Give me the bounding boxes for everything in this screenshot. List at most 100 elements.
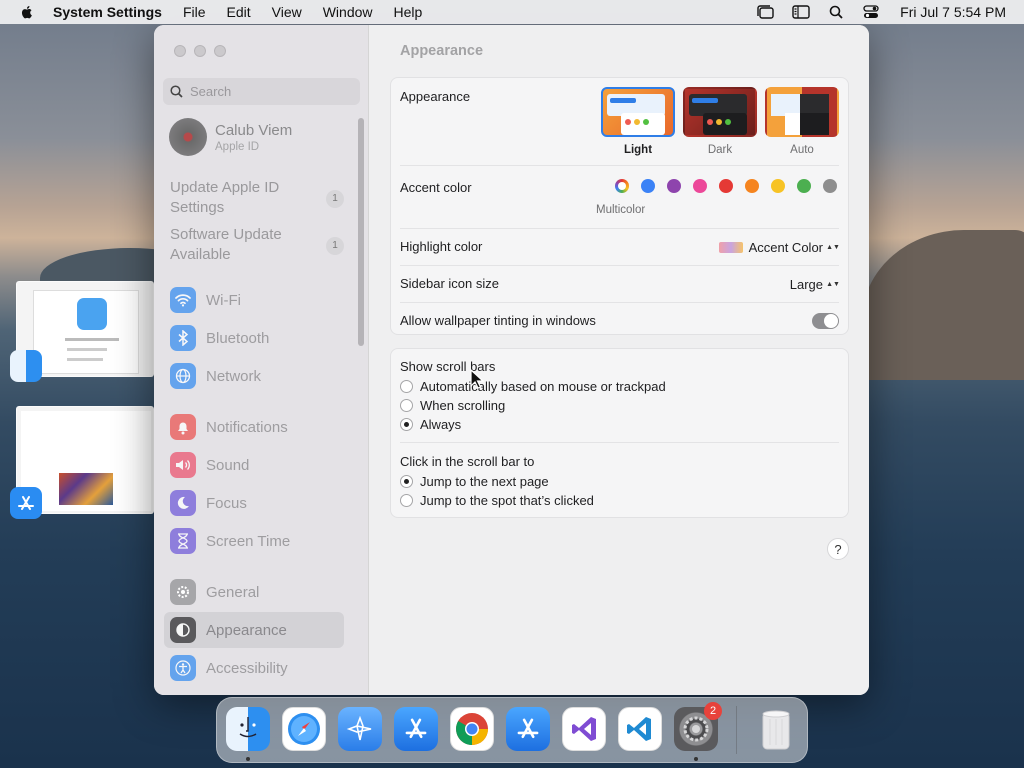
menu-app-name[interactable]: System Settings: [53, 4, 162, 20]
wallpaper-hill-right: [862, 230, 1024, 380]
divider: [400, 228, 839, 229]
accent-green-swatch[interactable]: [797, 179, 811, 193]
main-pane: Appearance Appearance Light Dark Auto Ac…: [369, 25, 869, 695]
apple-id-account[interactable]: Calub Viem Apple ID: [169, 118, 292, 156]
control-center-icon[interactable]: [862, 5, 880, 19]
update-apple-id-item[interactable]: Update Apple ID Settings 1: [170, 178, 344, 218]
accent-yellow-swatch[interactable]: [771, 179, 785, 193]
appearance-option-dark[interactable]: Dark: [683, 87, 757, 156]
search-placeholder: Search: [190, 84, 232, 99]
sidebar-item-screen-time[interactable]: Screen Time: [164, 523, 344, 559]
accent-pink-swatch[interactable]: [693, 179, 707, 193]
sidebar-item-appearance-label: Appearance: [206, 621, 287, 639]
sidebar-item-network-label: Network: [206, 367, 262, 385]
stage-manager-icon[interactable]: [757, 5, 775, 19]
settings-window: Search Calub Viem Apple ID Update Apple …: [154, 25, 869, 695]
sidebar-icon-size-popup[interactable]: Large ▲▼: [789, 275, 840, 293]
software-update-badge: 1: [326, 237, 344, 255]
accent-multicolor-swatch[interactable]: [615, 179, 629, 193]
vscode-dock-icon[interactable]: [618, 707, 662, 751]
finder-stage-icon[interactable]: [10, 350, 42, 382]
update-apple-id-badge: 1: [326, 190, 344, 208]
visual-studio-dock-icon[interactable]: [562, 707, 606, 751]
scroll-auto-label: Automatically based on mouse or trackpad: [420, 379, 666, 394]
sidebar-icon-size-value: Large: [789, 276, 823, 292]
app-store-stage-icon[interactable]: [10, 487, 42, 519]
wifi-icon: [170, 287, 196, 313]
xcode-app-store-dock-icon[interactable]: [506, 707, 550, 751]
search-icon: [170, 85, 183, 98]
hourglass-icon: [170, 528, 196, 554]
scroll-always-radio[interactable]: Always: [400, 417, 461, 432]
sidebar-item-general[interactable]: General: [164, 574, 344, 610]
sidebar-item-accessibility[interactable]: Accessibility: [164, 650, 344, 686]
radio-button: [400, 475, 413, 488]
accent-orange-swatch[interactable]: [745, 179, 759, 193]
settings-notification-badge: 2: [704, 702, 722, 720]
sidebar-item-network[interactable]: Network: [164, 358, 344, 394]
speaker-icon: [170, 452, 196, 478]
software-update-item[interactable]: Software Update Available 1: [170, 225, 344, 265]
accent-graphite-swatch[interactable]: [823, 179, 837, 193]
highlight-swatch: [718, 241, 743, 253]
click-scroll-bar-label: Click in the scroll bar to: [400, 454, 535, 469]
sidebar-scrollbar[interactable]: [358, 118, 364, 346]
appearance-option-auto[interactable]: Auto: [765, 87, 839, 156]
minimize-button[interactable]: [194, 45, 206, 57]
chrome-dock-icon[interactable]: [450, 707, 494, 751]
sidebar-item-appearance[interactable]: Appearance: [164, 612, 344, 648]
appearance-option-light[interactable]: Light: [601, 87, 675, 156]
sidebar-item-bluetooth[interactable]: Bluetooth: [164, 320, 344, 356]
system-settings-dock-icon[interactable]: 2: [674, 702, 722, 751]
sidebar-item-accessibility-label: Accessibility: [206, 659, 288, 677]
sidebar-item-wifi[interactable]: Wi-Fi: [164, 282, 344, 318]
menu-file[interactable]: File: [183, 4, 206, 20]
jump-next-page-radio[interactable]: Jump to the next page: [400, 474, 549, 489]
menu-help[interactable]: Help: [394, 4, 423, 20]
wallpaper-tinting-label: Allow wallpaper tinting in windows: [400, 313, 596, 328]
app-store-dock-icon[interactable]: [394, 707, 438, 751]
divider: [400, 442, 839, 443]
safari-dock-icon[interactable]: [282, 707, 326, 751]
sidebar-item-focus[interactable]: Focus: [164, 485, 344, 521]
close-button[interactable]: [174, 45, 186, 57]
sidebar-item-notifications[interactable]: Notifications: [164, 409, 344, 445]
spotlight-search-icon[interactable]: [827, 5, 845, 19]
apple-menu-icon[interactable]: [19, 4, 35, 20]
search-field[interactable]: Search: [163, 78, 360, 105]
zoom-button[interactable]: [214, 45, 226, 57]
help-button[interactable]: ?: [827, 538, 849, 560]
page-title: Appearance: [400, 43, 484, 59]
finder-dock-icon[interactable]: [226, 707, 270, 751]
sidebar-item-general-label: General: [206, 583, 260, 601]
accent-red-swatch[interactable]: [719, 179, 733, 193]
accent-purple-swatch[interactable]: [667, 179, 681, 193]
gear-icon: [170, 579, 196, 605]
scroll-when-scrolling-radio[interactable]: When scrolling: [400, 398, 505, 413]
menu-window[interactable]: Window: [323, 4, 373, 20]
menu-edit[interactable]: Edit: [227, 4, 251, 20]
menu-bar: System Settings File Edit View Window He…: [0, 0, 1024, 24]
update-apple-id-label: Update Apple ID Settings: [170, 179, 280, 216]
scroll-when-scrolling-label: When scrolling: [420, 398, 506, 413]
account-name: Calub Viem: [215, 121, 293, 139]
sidebar-item-sound[interactable]: Sound: [164, 447, 344, 483]
accessibility-icon: [170, 655, 196, 681]
highlight-color-popup[interactable]: Accent Color ▲▼: [718, 238, 840, 256]
sidebar-item-bluetooth-label: Bluetooth: [206, 329, 270, 347]
trash-dock-icon[interactable]: [754, 707, 798, 751]
sidebar-item-wifi-label: Wi-Fi: [206, 291, 241, 309]
scroll-auto-radio[interactable]: Automatically based on mouse or trackpad: [400, 379, 666, 394]
menu-view[interactable]: View: [272, 4, 302, 20]
sidebar-toggle-icon[interactable]: [792, 5, 810, 19]
dark-mode-preview: [683, 87, 757, 137]
radio-button: [400, 494, 413, 507]
wallpaper-tinting-toggle[interactable]: [812, 313, 839, 329]
scroll-always-label: Always: [420, 417, 462, 432]
testflight-dock-icon[interactable]: [338, 707, 382, 751]
jump-spot-clicked-label: Jump to the spot that’s clicked: [420, 493, 594, 508]
light-option-label: Light: [623, 144, 653, 156]
menu-clock[interactable]: Fri Jul 7 5:54 PM: [900, 4, 1006, 20]
accent-blue-swatch[interactable]: [641, 179, 655, 193]
jump-spot-clicked-radio[interactable]: Jump to the spot that’s clicked: [400, 493, 594, 508]
